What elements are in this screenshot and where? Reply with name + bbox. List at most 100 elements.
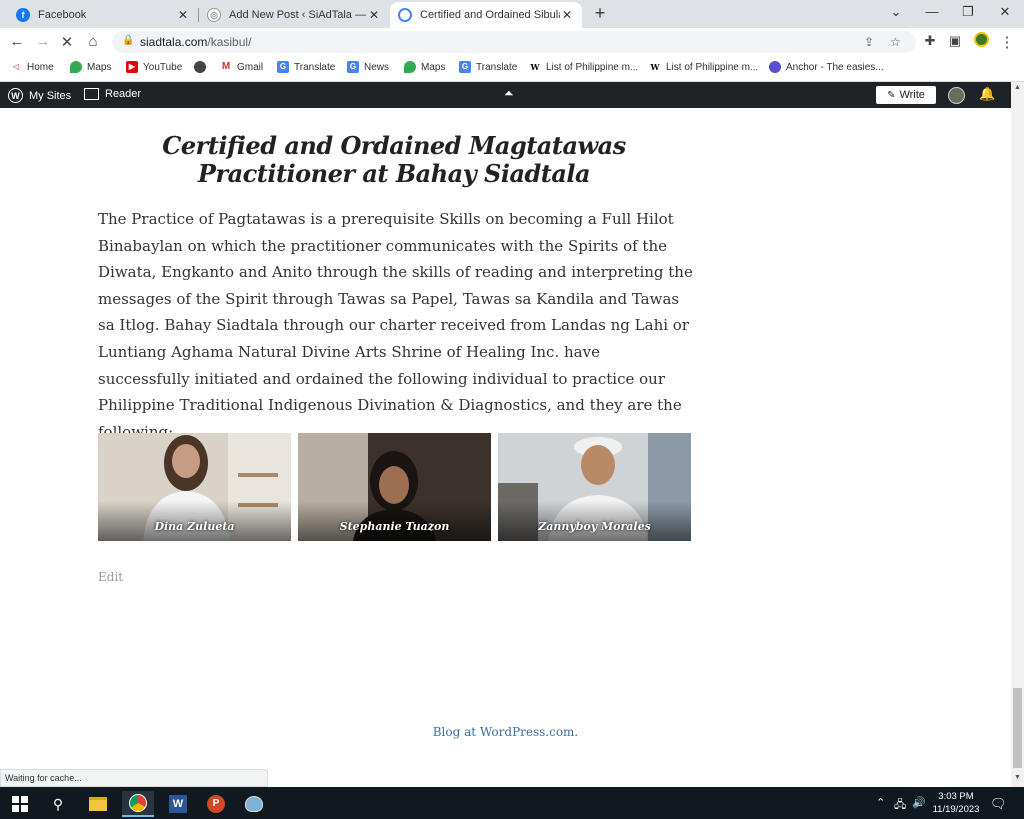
wikipedia-icon: W	[530, 62, 540, 72]
bookmark-label: Gmail	[237, 61, 264, 73]
notifications-icon[interactable]: 🔔	[979, 86, 995, 102]
share-icon[interactable]: ⇪	[864, 35, 874, 49]
home-icon: ◁	[12, 62, 20, 71]
show-hidden-icons-icon[interactable]: ⌃	[876, 796, 885, 809]
page-content: Certified and Ordained Magtatawas Practi…	[0, 108, 1011, 787]
url-path: /kasibul/	[207, 35, 252, 49]
volume-icon[interactable]: 🔊	[912, 796, 926, 809]
gallery-item-zannyboy-morales[interactable]: Zannyboy Morales	[498, 433, 691, 541]
tab-strip: f Facebook ✕ ◎ Add New Post ‹ SiAdTala —…	[0, 0, 1024, 28]
bookmark-label: Translate	[476, 61, 518, 73]
reader-label: Reader	[105, 88, 142, 100]
close-window-button[interactable]: ✕	[995, 4, 1015, 20]
clock[interactable]: 3:03 PM 11/19/2023	[930, 790, 982, 816]
bookmark-maps[interactable]: Maps	[70, 61, 111, 73]
bookmark-globe[interactable]	[194, 61, 211, 73]
status-bar: Waiting for cache...	[0, 769, 268, 787]
page-scrollbar[interactable]: ▲ ▼	[1011, 82, 1024, 787]
maps-icon	[404, 61, 416, 73]
bookmark-label: Home	[27, 61, 54, 73]
windows-taskbar: ⚲ W P ⌃ 🖧 🔊 3:03 PM 11/19/2023 🗨	[0, 787, 1024, 819]
edit-link[interactable]: Edit	[98, 570, 123, 584]
browser-toolbar: ← → ✕ ⌂ 🔒 siadtala.com/kasibul/ ⇪ ☆ ✚ ▣ …	[0, 28, 1024, 56]
bookmark-label: News	[364, 61, 390, 73]
bookmark-label: Maps	[87, 61, 112, 73]
facebook-icon: f	[16, 8, 30, 22]
gallery-item-stephanie-tuazon[interactable]: Stephanie Tuazon	[298, 433, 491, 541]
avatar[interactable]	[948, 87, 965, 104]
anchor-icon	[769, 61, 781, 73]
bookmark-translate[interactable]: G Translate	[277, 61, 335, 73]
bookmark-wikipedia-2[interactable]: W List of Philippine m...	[649, 61, 759, 73]
url-host: siadtala.com	[140, 35, 208, 49]
extensions-icon[interactable]: ✚	[921, 33, 939, 49]
tab-title: Facebook	[38, 9, 87, 21]
restore-button[interactable]: ❐	[958, 4, 978, 20]
reader-link[interactable]: Reader	[84, 88, 141, 100]
reader-icon	[84, 88, 99, 100]
loading-icon	[398, 8, 412, 22]
stop-icon[interactable]: ✕	[58, 33, 76, 51]
chrome-icon[interactable]	[122, 791, 154, 817]
gallery-item-dina-zulueta[interactable]: Dina Zulueta	[98, 433, 291, 541]
windows-start-icon[interactable]	[4, 791, 36, 817]
bookmark-translate-2[interactable]: G Translate	[459, 61, 517, 73]
network-icon[interactable]: 🖧	[894, 796, 906, 815]
my-sites-label: My Sites	[29, 89, 72, 102]
translate-icon: G	[459, 61, 471, 73]
footer-wordpress-link[interactable]: Blog at WordPress.com.	[0, 725, 1011, 739]
post-body: The Practice of Pagtatawas is a prerequi…	[98, 210, 693, 441]
bookmark-label: List of Philippine m...	[546, 61, 639, 73]
youtube-icon: ▶	[126, 61, 138, 73]
bookmark-maps-2[interactable]: Maps	[404, 61, 445, 73]
tab-add-new-post[interactable]: ◎ Add New Post ‹ SiAdTala — Word ✕	[199, 2, 389, 28]
bookmark-gmail[interactable]: M Gmail	[220, 61, 263, 73]
bookmark-label: List of Philippine m...	[666, 61, 759, 73]
forward-icon[interactable]: →	[34, 33, 52, 50]
side-panel-icon[interactable]: ▣	[946, 33, 964, 49]
back-icon[interactable]: ←	[8, 33, 26, 50]
scroll-thumb[interactable]	[1013, 688, 1022, 768]
scroll-up-icon[interactable]: ▲	[1011, 84, 1024, 91]
word-icon[interactable]: W	[162, 791, 194, 817]
tab-search-icon[interactable]: ⌄	[886, 4, 906, 20]
powerpoint-icon[interactable]: P	[200, 791, 232, 817]
new-tab-button[interactable]: +	[590, 3, 610, 24]
bookmark-label: Anchor - The easies...	[786, 61, 884, 73]
clock-time: 3:03 PM	[938, 791, 974, 802]
notification-center-icon[interactable]: 🗨	[990, 796, 1007, 812]
clock-date: 11/19/2023	[932, 804, 980, 815]
collapse-icon[interactable]: ⏶	[504, 86, 514, 101]
gallery-caption: Dina Zulueta	[154, 520, 235, 533]
gallery-caption: Stephanie Tuazon	[339, 520, 450, 533]
close-icon[interactable]: ✕	[176, 8, 190, 22]
bookmark-home[interactable]: ◁ Home	[10, 61, 54, 73]
tab-certified-ordained[interactable]: Certified and Ordained Sibulan A ✕	[390, 2, 582, 28]
bookmark-anchor[interactable]: Anchor - The easies...	[769, 61, 884, 73]
close-icon[interactable]: ✕	[367, 8, 381, 22]
search-icon[interactable]: ⚲	[42, 791, 74, 817]
my-sites-link[interactable]: W My Sites	[8, 88, 71, 103]
close-icon[interactable]: ✕	[560, 8, 574, 22]
menu-icon[interactable]: ⋮	[998, 33, 1016, 51]
lock-icon: 🔒	[122, 35, 135, 46]
address-bar[interactable]: 🔒 siadtala.com/kasibul/ ⇪ ☆	[112, 31, 916, 53]
star-icon[interactable]: ☆	[890, 35, 901, 49]
tab-title: Add New Post ‹ SiAdTala — Word	[229, 9, 367, 21]
bookmark-youtube[interactable]: ▶ YouTube	[126, 61, 182, 73]
wordpress-icon: W	[8, 88, 23, 103]
bookmarks-bar: ◁ Home Maps ▶ YouTube M Gmail G Translate GN…	[0, 56, 1024, 82]
write-button[interactable]: ✎ Write	[876, 86, 936, 104]
minimize-button[interactable]: —	[922, 4, 942, 19]
scroll-down-icon[interactable]: ▼	[1011, 774, 1024, 781]
file-explorer-icon[interactable]	[82, 791, 114, 817]
tab-facebook[interactable]: f Facebook ✕	[8, 2, 198, 28]
bookmark-news[interactable]: G News	[347, 61, 389, 73]
paint-icon[interactable]	[238, 791, 270, 817]
home-icon[interactable]: ⌂	[84, 33, 102, 50]
profile-icon[interactable]	[972, 32, 990, 51]
url-text[interactable]: siadtala.com/kasibul/	[140, 35, 251, 49]
bookmark-label: Translate	[294, 61, 336, 73]
translate-icon: G	[277, 61, 289, 73]
bookmark-wikipedia-1[interactable]: W List of Philippine m...	[529, 61, 639, 73]
